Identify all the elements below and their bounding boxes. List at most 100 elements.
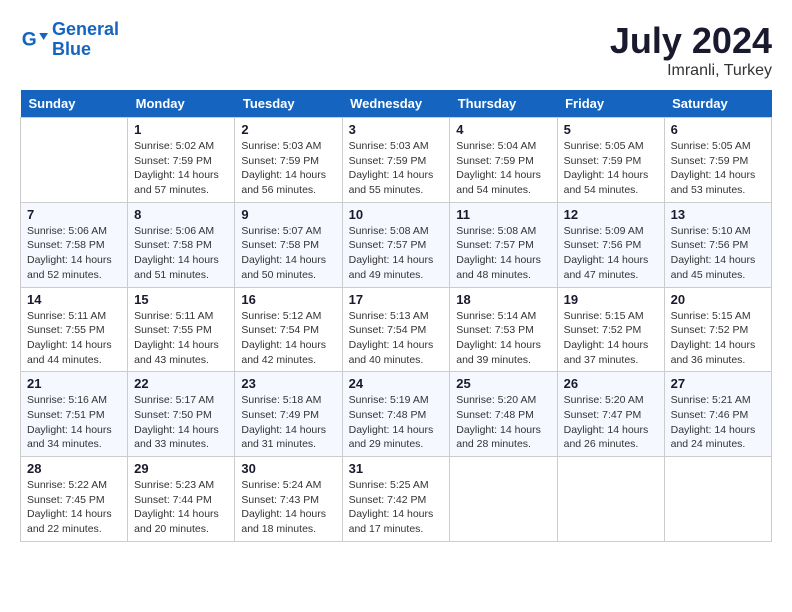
date-number: 7 [27,207,121,222]
cell-info: Sunrise: 5:15 AMSunset: 7:52 PMDaylight:… [564,309,658,368]
date-number: 3 [349,122,444,137]
date-number: 19 [564,292,658,307]
calendar-cell: 3 Sunrise: 5:03 AMSunset: 7:59 PMDaylight… [342,118,450,203]
calendar-cell: 4 Sunrise: 5:04 AMSunset: 7:59 PMDaylight… [450,118,557,203]
day-header-sunday: Sunday [21,90,128,118]
date-number: 31 [349,461,444,476]
title-block: July 2024 Imranli, Turkey [610,20,772,80]
cell-info: Sunrise: 5:03 AMSunset: 7:59 PMDaylight:… [349,139,444,198]
date-number: 29 [134,461,228,476]
cell-info: Sunrise: 5:12 AMSunset: 7:54 PMDaylight:… [241,309,335,368]
cell-info: Sunrise: 5:21 AMSunset: 7:46 PMDaylight:… [671,393,765,452]
day-header-thursday: Thursday [450,90,557,118]
date-number: 4 [456,122,550,137]
date-number: 9 [241,207,335,222]
calendar-cell: 17 Sunrise: 5:13 AMSunset: 7:54 PMDayligh… [342,287,450,372]
calendar-cell: 18 Sunrise: 5:14 AMSunset: 7:53 PMDayligh… [450,287,557,372]
calendar-cell: 13 Sunrise: 5:10 AMSunset: 7:56 PMDayligh… [664,202,771,287]
date-number: 8 [134,207,228,222]
cell-info: Sunrise: 5:08 AMSunset: 7:57 PMDaylight:… [349,224,444,283]
date-number: 15 [134,292,228,307]
calendar-cell: 20Sunrise: 5:15 AMSunset: 7:52 PMDayligh… [664,287,771,372]
subtitle: Imranli, Turkey [610,62,772,80]
calendar-cell: 25 Sunrise: 5:20 AMSunset: 7:48 PMDayligh… [450,372,557,457]
cell-info: Sunrise: 5:14 AMSunset: 7:53 PMDaylight:… [456,309,550,368]
date-number: 25 [456,376,550,391]
calendar-cell: 1 Sunrise: 5:02 AMSunset: 7:59 PMDaylight… [128,118,235,203]
date-number: 2 [241,122,335,137]
calendar-cell: 28 Sunrise: 5:22 AMSunset: 7:45 PMDayligh… [21,457,128,542]
week-row-5: 28 Sunrise: 5:22 AMSunset: 7:45 PMDayligh… [21,457,772,542]
calendar-cell: 8Sunrise: 5:06 AMSunset: 7:58 PMDaylight… [128,202,235,287]
date-number: 26 [564,376,658,391]
day-header-friday: Friday [557,90,664,118]
cell-info: Sunrise: 5:02 AMSunset: 7:59 PMDaylight:… [134,139,228,198]
date-number: 28 [27,461,121,476]
cell-info: Sunrise: 5:07 AMSunset: 7:58 PMDaylight:… [241,224,335,283]
main-title: July 2024 [610,20,772,62]
cell-info: Sunrise: 5:05 AMSunset: 7:59 PMDaylight:… [564,139,658,198]
calendar-cell: 22Sunrise: 5:17 AMSunset: 7:50 PMDayligh… [128,372,235,457]
cell-info: Sunrise: 5:23 AMSunset: 7:44 PMDaylight:… [134,478,228,537]
logo: G General Blue [20,20,119,60]
cell-info: Sunrise: 5:04 AMSunset: 7:59 PMDaylight:… [456,139,550,198]
calendar-cell [21,118,128,203]
date-number: 23 [241,376,335,391]
calendar-cell [557,457,664,542]
date-number: 6 [671,122,765,137]
cell-info: Sunrise: 5:11 AMSunset: 7:55 PMDaylight:… [134,309,228,368]
day-header-saturday: Saturday [664,90,771,118]
cell-info: Sunrise: 5:18 AMSunset: 7:49 PMDaylight:… [241,393,335,452]
cell-info: Sunrise: 5:09 AMSunset: 7:56 PMDaylight:… [564,224,658,283]
day-header-wednesday: Wednesday [342,90,450,118]
cell-info: Sunrise: 5:16 AMSunset: 7:51 PMDaylight:… [27,393,121,452]
calendar-cell: 31 Sunrise: 5:25 AMSunset: 7:42 PMDayligh… [342,457,450,542]
date-number: 17 [349,292,444,307]
cell-info: Sunrise: 5:20 AMSunset: 7:48 PMDaylight:… [456,393,550,452]
cell-info: Sunrise: 5:24 AMSunset: 7:43 PMDaylight:… [241,478,335,537]
date-number: 22 [134,376,228,391]
cell-info: Sunrise: 5:06 AMSunset: 7:58 PMDaylight:… [27,224,121,283]
cell-info: Sunrise: 5:19 AMSunset: 7:48 PMDaylight:… [349,393,444,452]
calendar-table: SundayMondayTuesdayWednesdayThursdayFrid… [20,90,772,542]
cell-info: Sunrise: 5:08 AMSunset: 7:57 PMDaylight:… [456,224,550,283]
page-header: G General Blue July 2024 Imranli, Turkey [20,20,772,80]
calendar-cell: 24Sunrise: 5:19 AMSunset: 7:48 PMDayligh… [342,372,450,457]
week-row-1: 1 Sunrise: 5:02 AMSunset: 7:59 PMDaylight… [21,118,772,203]
date-number: 12 [564,207,658,222]
day-header-monday: Monday [128,90,235,118]
date-number: 14 [27,292,121,307]
week-row-3: 14 Sunrise: 5:11 AMSunset: 7:55 PMDayligh… [21,287,772,372]
cell-info: Sunrise: 5:22 AMSunset: 7:45 PMDaylight:… [27,478,121,537]
cell-info: Sunrise: 5:25 AMSunset: 7:42 PMDaylight:… [349,478,444,537]
calendar-cell: 21Sunrise: 5:16 AMSunset: 7:51 PMDayligh… [21,372,128,457]
date-number: 11 [456,207,550,222]
svg-text:G: G [22,29,37,50]
calendar-cell: 11 Sunrise: 5:08 AMSunset: 7:57 PMDayligh… [450,202,557,287]
cell-info: Sunrise: 5:11 AMSunset: 7:55 PMDaylight:… [27,309,121,368]
calendar-cell: 2Sunrise: 5:03 AMSunset: 7:59 PMDaylight… [235,118,342,203]
cell-info: Sunrise: 5:05 AMSunset: 7:59 PMDaylight:… [671,139,765,198]
calendar-cell: 10 Sunrise: 5:08 AMSunset: 7:57 PMDayligh… [342,202,450,287]
calendar-cell [450,457,557,542]
calendar-cell: 14 Sunrise: 5:11 AMSunset: 7:55 PMDayligh… [21,287,128,372]
date-number: 18 [456,292,550,307]
calendar-cell: 27 Sunrise: 5:21 AMSunset: 7:46 PMDayligh… [664,372,771,457]
calendar-cell: 9 Sunrise: 5:07 AMSunset: 7:58 PMDaylight… [235,202,342,287]
cell-info: Sunrise: 5:13 AMSunset: 7:54 PMDaylight:… [349,309,444,368]
date-number: 1 [134,122,228,137]
week-row-2: 7 Sunrise: 5:06 AMSunset: 7:58 PMDaylight… [21,202,772,287]
calendar-cell: 29 Sunrise: 5:23 AMSunset: 7:44 PMDayligh… [128,457,235,542]
date-number: 27 [671,376,765,391]
date-number: 10 [349,207,444,222]
cell-info: Sunrise: 5:10 AMSunset: 7:56 PMDaylight:… [671,224,765,283]
calendar-cell: 30Sunrise: 5:24 AMSunset: 7:43 PMDayligh… [235,457,342,542]
calendar-cell: 5Sunrise: 5:05 AMSunset: 7:59 PMDaylight… [557,118,664,203]
calendar-cell: 12 Sunrise: 5:09 AMSunset: 7:56 PMDayligh… [557,202,664,287]
day-header-tuesday: Tuesday [235,90,342,118]
date-number: 13 [671,207,765,222]
cell-info: Sunrise: 5:15 AMSunset: 7:52 PMDaylight:… [671,309,765,368]
logo-icon: G [20,26,48,54]
calendar-cell: 26Sunrise: 5:20 AMSunset: 7:47 PMDayligh… [557,372,664,457]
calendar-cell: 19 Sunrise: 5:15 AMSunset: 7:52 PMDayligh… [557,287,664,372]
